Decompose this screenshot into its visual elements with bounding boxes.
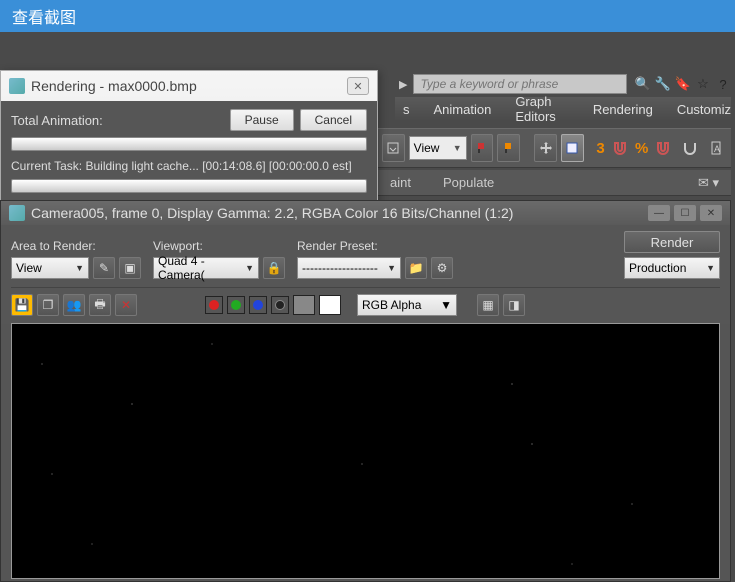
channel-dropdown[interactable]: RGB Alpha▼ bbox=[357, 294, 457, 316]
production-dropdown[interactable]: Production▼ bbox=[624, 257, 720, 279]
clone-icon[interactable]: 👥 bbox=[63, 294, 85, 316]
rendering-progress-dialog: Rendering - max0000.bmp ✕ Total Animatio… bbox=[0, 70, 378, 212]
channel-red-button[interactable] bbox=[205, 296, 223, 314]
menu-partial[interactable]: s bbox=[403, 102, 410, 117]
rendering-dialog-title: Rendering - max0000.bmp bbox=[31, 78, 347, 94]
tab-paint[interactable]: aint bbox=[390, 175, 411, 190]
area-to-render-dropdown[interactable]: View▼ bbox=[11, 257, 89, 279]
cancel-button[interactable]: Cancel bbox=[300, 109, 367, 131]
lock-icon[interactable]: 🔒 bbox=[263, 257, 285, 279]
close-button[interactable]: ✕ bbox=[347, 77, 369, 95]
menu-graph-editors[interactable]: Graph Editors bbox=[515, 94, 569, 124]
menu-rendering[interactable]: Rendering bbox=[593, 102, 653, 117]
search-area: ▶ 🔍 🔧 🔖 ☆ ? bbox=[395, 72, 731, 96]
delete-icon[interactable]: ✕ bbox=[115, 294, 137, 316]
save-icon[interactable]: 💾 bbox=[11, 294, 33, 316]
main-toolbar: View▼ 3 % A bbox=[378, 128, 731, 168]
framebuffer-window: Camera005, frame 0, Display Gamma: 2.2, … bbox=[0, 200, 731, 582]
tb-flag-red-icon[interactable] bbox=[471, 134, 494, 162]
view-dropdown[interactable]: View▼ bbox=[409, 136, 467, 160]
render-preset-label: Render Preset: bbox=[297, 239, 453, 253]
tb-move-icon[interactable] bbox=[534, 134, 557, 162]
viewport-label: Viewport: bbox=[153, 239, 285, 253]
bookmark-icon[interactable]: 🔖 bbox=[675, 76, 691, 92]
search-icon-group: 🔍 🔧 🔖 ☆ ? bbox=[635, 76, 731, 92]
framebuffer-title: Camera005, frame 0, Display Gamma: 2.2, … bbox=[31, 205, 644, 221]
overlay-toggle-icon[interactable]: ▦ bbox=[477, 294, 499, 316]
area-to-render-label: Area to Render: bbox=[11, 239, 141, 253]
white-swatch[interactable] bbox=[319, 295, 341, 315]
split-view-icon[interactable]: ◨ bbox=[503, 294, 525, 316]
app-background: ▶ 🔍 🔧 🔖 ☆ ? s Animation Graph Editors Re… bbox=[0, 32, 735, 582]
framebuffer-controls: Area to Render: View▼ ✎ ▣ Viewport: Quad… bbox=[1, 225, 730, 324]
mail-icon[interactable]: ✉ ▾ bbox=[698, 175, 719, 191]
minimize-button[interactable]: — bbox=[648, 205, 670, 221]
preset-settings-icon[interactable]: ⚙ bbox=[431, 257, 453, 279]
chevron-down-icon: ▼ bbox=[440, 298, 452, 312]
wrench-icon[interactable]: 🔧 bbox=[655, 76, 671, 92]
task-progress-bar bbox=[11, 179, 367, 193]
screenshot-title: 查看截图 bbox=[12, 4, 76, 28]
channel-blue-button[interactable] bbox=[249, 296, 267, 314]
chevron-down-icon: ▼ bbox=[245, 263, 254, 273]
pause-button[interactable]: Pause bbox=[230, 109, 294, 131]
total-progress-bar bbox=[11, 137, 367, 151]
render-preset-dropdown[interactable]: -------------------▼ bbox=[297, 257, 401, 279]
screenshot-titlebar: 查看截图 bbox=[0, 0, 735, 32]
help-icon[interactable]: ? bbox=[715, 76, 731, 92]
channel-green-button[interactable] bbox=[227, 296, 245, 314]
search-chevron-icon[interactable]: ▶ bbox=[395, 78, 411, 91]
tab-populate[interactable]: Populate bbox=[443, 175, 494, 190]
print-icon[interactable]: 🖶 bbox=[89, 294, 111, 316]
tb-magnet2-icon[interactable] bbox=[652, 134, 674, 162]
mono-swatch[interactable] bbox=[293, 295, 315, 315]
app-icon bbox=[9, 205, 25, 221]
svg-text:A: A bbox=[714, 144, 720, 154]
maximize-button[interactable]: ☐ bbox=[674, 205, 696, 221]
chevron-down-icon: ▼ bbox=[453, 143, 462, 153]
app-icon bbox=[9, 78, 25, 94]
tb-select-icon[interactable] bbox=[561, 134, 584, 162]
main-menu-bar: s Animation Graph Editors Rendering Cust… bbox=[395, 97, 731, 121]
channel-alpha-button[interactable] bbox=[271, 296, 289, 314]
star-icon[interactable]: ☆ bbox=[695, 76, 711, 92]
chevron-down-icon: ▼ bbox=[706, 263, 715, 273]
framebuffer-titlebar[interactable]: Camera005, frame 0, Display Gamma: 2.2, … bbox=[1, 201, 730, 225]
chevron-down-icon: ▼ bbox=[387, 263, 396, 273]
menu-animation[interactable]: Animation bbox=[434, 102, 492, 117]
close-button[interactable]: ✕ bbox=[700, 205, 722, 221]
tb-dropdown-icon[interactable] bbox=[382, 134, 405, 162]
preset-folder-icon[interactable]: 📁 bbox=[405, 257, 427, 279]
render-output-viewport[interactable] bbox=[11, 323, 720, 579]
current-task-label: Current Task: Building light cache... [0… bbox=[11, 159, 367, 173]
viewport-dropdown[interactable]: Quad 4 - Camera(▼ bbox=[153, 257, 259, 279]
rendering-dialog-titlebar[interactable]: Rendering - max0000.bmp ✕ bbox=[1, 71, 377, 101]
edit-region-icon[interactable]: ✎ bbox=[93, 257, 115, 279]
tb-magnet-icon[interactable] bbox=[609, 134, 631, 162]
secondary-toolbar: aint Populate ✉ ▾ bbox=[378, 170, 731, 196]
tb-last-icon[interactable]: A bbox=[705, 134, 727, 162]
binoculars-icon[interactable]: 🔍 bbox=[635, 76, 651, 92]
rendered-image bbox=[12, 324, 719, 578]
rendering-dialog-body: Total Animation: Pause Cancel Current Ta… bbox=[1, 101, 377, 211]
copy-icon[interactable]: ❐ bbox=[37, 294, 59, 316]
total-animation-label: Total Animation: bbox=[11, 113, 224, 128]
region-safe-icon[interactable]: ▣ bbox=[119, 257, 141, 279]
chevron-down-icon: ▼ bbox=[75, 263, 84, 273]
tb-percent-label: % bbox=[635, 140, 648, 157]
keyword-search-input[interactable] bbox=[413, 74, 627, 94]
menu-customize[interactable]: Customiz bbox=[677, 102, 731, 117]
tb-flag-orange-icon[interactable] bbox=[497, 134, 520, 162]
tb-snap-icon[interactable] bbox=[679, 134, 701, 162]
tb-3-label: 3 bbox=[596, 140, 604, 157]
render-button[interactable]: Render bbox=[624, 231, 720, 253]
